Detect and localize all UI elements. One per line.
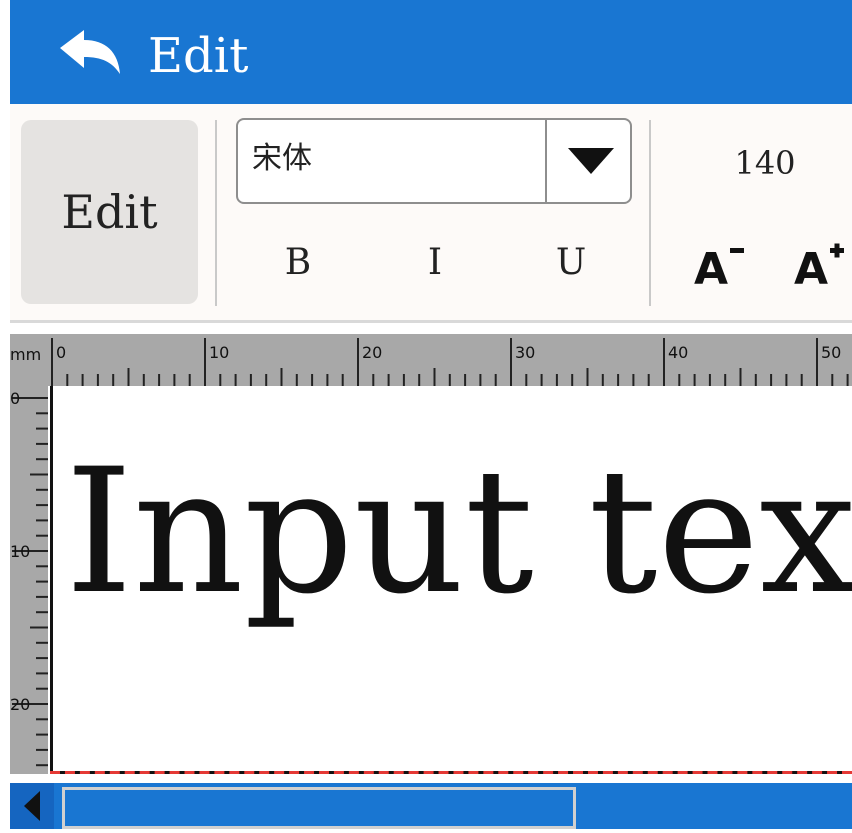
edit-mode-button[interactable]: Edit	[21, 120, 198, 304]
dropdown-arrow-icon[interactable]	[568, 148, 614, 174]
label-page[interactable]: Input tex	[50, 386, 852, 774]
toolbar-divider	[215, 120, 217, 306]
italic-button[interactable]: I	[400, 232, 470, 294]
scrollbar-thumb[interactable]	[62, 787, 576, 829]
decrease-font-size-icon[interactable]: A	[690, 228, 750, 298]
editor-canvas-area: mm 0 10 20 30 40 50 0 10 20 Input tex	[10, 334, 852, 774]
page-boundary-guide	[50, 771, 852, 774]
scroll-left-icon	[24, 791, 40, 821]
canvas-text-object[interactable]: Input tex	[65, 432, 852, 632]
back-arrow-icon[interactable]	[58, 28, 124, 78]
toolbar: Edit 宋体 B I U 140 A A	[10, 104, 852, 323]
page-title: Edit	[148, 28, 249, 84]
font-family-select[interactable]: 宋体	[236, 118, 632, 204]
dropdown-divider	[545, 120, 547, 202]
horizontal-scrollbar[interactable]	[10, 783, 852, 829]
svg-text:A: A	[694, 244, 728, 295]
title-bar: Edit	[10, 0, 852, 104]
underline-button[interactable]: U	[536, 232, 606, 294]
font-size-value[interactable]: 140	[700, 144, 830, 182]
svg-text:A: A	[794, 244, 828, 295]
increase-font-size-icon[interactable]: A	[790, 228, 850, 298]
scroll-left-button[interactable]	[10, 783, 54, 829]
font-family-value: 宋体	[252, 141, 312, 176]
bold-button[interactable]: B	[263, 232, 333, 294]
toolbar-divider	[649, 120, 651, 306]
